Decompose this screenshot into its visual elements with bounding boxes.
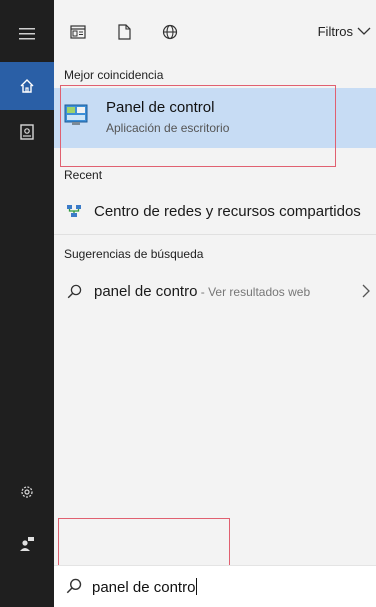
gear-icon [21, 486, 33, 498]
search-icon [67, 284, 81, 298]
best-match-heading: Mejor coincidencia [64, 68, 164, 82]
app-window-icon [70, 25, 86, 39]
search-input[interactable]: panel de contro [92, 578, 198, 596]
search-box[interactable]: panel de contro [54, 565, 376, 607]
left-rail [0, 0, 54, 607]
chevron-right-icon[interactable] [362, 284, 370, 298]
notebook-icon [20, 124, 34, 140]
search-icon [66, 578, 82, 594]
recent-item[interactable]: Centro de redes y recursos compartidos [54, 194, 376, 228]
suggestion-suffix: - Ver resultados web [197, 284, 311, 299]
filters-label: Filtros [317, 24, 353, 39]
globe-icon [162, 24, 178, 40]
search-panel: Filtros Mejor coincidencia Panel de cont… [54, 0, 376, 607]
filter-toolbar: Filtros [54, 0, 376, 62]
filters-dropdown[interactable]: Filtros [318, 24, 371, 39]
suggestion-query: panel de contro [94, 282, 198, 300]
hamburger-icon [19, 28, 35, 40]
results-list: Mejor coincidencia Panel de control Apli… [54, 62, 376, 512]
chevron-down-icon [357, 27, 371, 35]
filter-web-button[interactable] [160, 22, 180, 42]
user-feedback-icon [20, 537, 34, 551]
suggestions-heading: Sugerencias de búsqueda [64, 247, 204, 261]
documents-button[interactable] [0, 110, 54, 154]
settings-button[interactable] [0, 470, 54, 514]
user-button[interactable] [0, 522, 54, 566]
text-caret [196, 578, 198, 595]
search-input-value: panel de contro [92, 579, 196, 596]
document-icon [117, 24, 131, 40]
menu-button[interactable] [0, 12, 54, 56]
highlight-box [60, 85, 336, 167]
network-center-icon [67, 205, 81, 217]
recent-item-label: Centro de redes y recursos compartidos [94, 202, 361, 220]
filter-documents-button[interactable] [114, 22, 134, 42]
suggestion-item[interactable]: panel de contro - Ver resultados web [54, 274, 376, 308]
filter-apps-button[interactable] [68, 22, 88, 42]
recent-heading: Recent [64, 168, 103, 182]
divider [54, 234, 376, 235]
home-button[interactable] [0, 62, 54, 110]
home-icon [20, 79, 34, 93]
